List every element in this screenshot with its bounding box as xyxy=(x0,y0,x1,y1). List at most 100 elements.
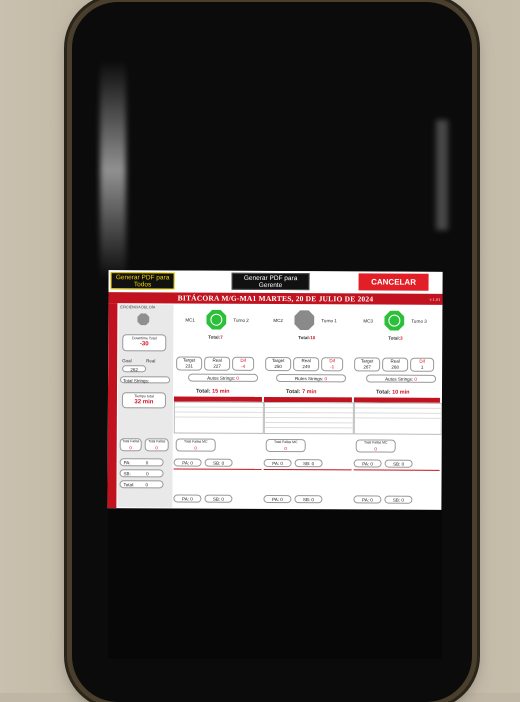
fallas2-value: 0 xyxy=(146,444,168,451)
downtime-value: -30 xyxy=(123,341,165,348)
shift-label-mc3: Turno 3 xyxy=(411,319,426,324)
fallas-value-mc3: 0 xyxy=(357,445,395,452)
pa-box-mc2: PA: 0 xyxy=(264,459,292,467)
bottom-sb-box: SB: 0 xyxy=(204,495,232,503)
bottom-sb-value: 0 xyxy=(221,497,224,502)
real-value-mc1: 227 xyxy=(205,364,229,370)
bottom-pa-value: 0 xyxy=(190,497,193,502)
sb-label-mc3: SB: xyxy=(393,462,400,467)
total-time-box: Tiempo total 32 min xyxy=(122,392,166,408)
fallas-box-2: Total Fallas 0 xyxy=(145,438,169,451)
sb-value: 0 xyxy=(146,471,149,476)
dif-box-mc3: Dif 1 xyxy=(410,358,434,372)
total-label: Total: xyxy=(123,482,134,487)
status-octagon-icon xyxy=(384,311,404,331)
sb-box-mc1: SB: 0 xyxy=(205,459,233,467)
pa-value-mc2: 0 xyxy=(280,461,283,466)
page-title-text: BITÁCORA M/G-MA1 MARTES, 20 DE JULIO DE … xyxy=(178,293,374,303)
pa-value: 0 xyxy=(146,460,149,465)
bottom-pa-value-3: 0 xyxy=(370,498,373,503)
target-value-mc3: 267 xyxy=(355,364,379,370)
fallas-box-mc3: Total Fallas MC 0 xyxy=(356,439,396,452)
strings-value-mc1: 0 xyxy=(236,376,239,381)
total-value-mc2: 10 xyxy=(310,335,315,340)
bottom-pa-label-2: PA: xyxy=(272,497,279,502)
pa-label-mc2: PA: xyxy=(272,461,279,466)
dif-box-mc2: Dif -1 xyxy=(321,357,343,371)
bottom-sb-value-3: 0 xyxy=(401,498,404,503)
version-label: v.1.01 xyxy=(429,294,440,305)
strings-value-mc3: 0 xyxy=(414,377,417,382)
sb-label: SB: xyxy=(124,471,131,476)
generate-pdf-all-button[interactable]: Generar PDF para Todos xyxy=(111,272,175,289)
total-label-mc1: Total:7 xyxy=(208,335,222,340)
dif-value-mc3: 1 xyxy=(411,365,433,371)
bottom-sb-box-3: SB: 0 xyxy=(384,496,412,504)
bottom-pa-box: PA: 0 xyxy=(173,494,201,502)
bottom-sb-label: SB: xyxy=(213,497,220,502)
time-total-mc3: Total: 10 min xyxy=(376,390,410,396)
machine-label-mc2: MC2 xyxy=(273,318,283,323)
screen-glare xyxy=(100,60,126,280)
total-box: Total: 0 xyxy=(119,480,163,488)
machine-label-mc1: MC1 xyxy=(185,318,195,323)
bottom-pa-box-3: PA: 0 xyxy=(353,495,381,503)
time-total-mc2: Total: 7 min xyxy=(286,389,316,395)
bottom-pa-label: PA: xyxy=(182,497,189,502)
total-value: 0 xyxy=(146,482,149,487)
strings-value-mc2: 0 xyxy=(325,376,328,381)
sb-label-mc2: SB: xyxy=(303,461,310,466)
time-total-mc1: Total: 15 min xyxy=(196,389,230,395)
dif-box-mc1: Dif -4 xyxy=(232,357,254,371)
bottom-pa-label-3: PA: xyxy=(362,497,369,502)
pa-value-mc3: 0 xyxy=(370,462,373,467)
cancel-button[interactable]: CANCELAR xyxy=(359,273,429,290)
total-strings-box: Total Strings: xyxy=(120,376,170,383)
bottom-pa-box-2: PA: 0 xyxy=(263,495,291,503)
divider xyxy=(174,468,262,469)
time-label: Total: xyxy=(376,390,391,396)
page-title: BITÁCORA M/G-MA1 MARTES, 20 DE JULIO DE … xyxy=(108,292,442,305)
downtime-box: Downtime Total -30 xyxy=(122,334,166,351)
fallas-value-mc2: 0 xyxy=(267,445,305,452)
total-label-text: Total: xyxy=(388,336,400,341)
status-octagon-icon xyxy=(294,310,314,330)
section-sidebar xyxy=(107,303,117,508)
strings-box-mc2: Rutes Strings: 0 xyxy=(276,374,346,382)
bottom-sb-label-2: SB: xyxy=(303,497,310,502)
sb-value-mc3: 0 xyxy=(402,462,405,467)
strings-label-mc3: Autos Strings: xyxy=(385,377,413,382)
table-row xyxy=(265,423,353,428)
sb-box-mc3: SB: 0 xyxy=(385,460,413,468)
sb-label-mc1: SB: xyxy=(213,461,220,466)
bottom-pa-value-2: 0 xyxy=(280,497,283,502)
sb-value-mc1: 0 xyxy=(222,461,225,466)
fallas-box-mc2: Total Fallas MC 0 xyxy=(266,439,306,452)
dif-value-mc2: -1 xyxy=(322,364,342,370)
total-time-value: 32 min xyxy=(123,399,165,406)
target-box-mc3: Target 267 xyxy=(354,357,380,371)
strings-label-mc1: Autos Strings: xyxy=(207,376,235,381)
real-value-mc2: 249 xyxy=(294,364,318,370)
fallas-box: Total Fallas 0 xyxy=(120,438,142,451)
strings-label-mc2: Rutes Strings: xyxy=(295,376,323,381)
dif-value-mc1: -4 xyxy=(233,364,253,370)
pa-label-mc1: PA: xyxy=(182,461,189,466)
sb-box: SB: 0 xyxy=(120,469,164,477)
time-value-mc1: 15 min xyxy=(212,389,229,395)
real-box-mc3: Real 268 xyxy=(382,358,408,372)
target-value-mc2: 250 xyxy=(266,364,290,370)
top-toolbar: Generar PDF para Todos Generar PDF para … xyxy=(109,270,443,294)
total-label-text: Total: xyxy=(208,335,220,340)
real-box-mc2: Real 249 xyxy=(293,357,319,371)
pa-box-mc3: PA: 0 xyxy=(354,459,382,467)
strings-box-mc1: Autos Strings: 0 xyxy=(188,374,258,382)
total-value-mc1: 7 xyxy=(220,335,223,340)
status-octagon-icon xyxy=(206,310,226,330)
events-table-mc2 xyxy=(264,402,354,434)
dark-screen-area xyxy=(108,509,442,659)
shift-label-mc2: Turno 1 xyxy=(321,318,336,323)
events-table-mc3 xyxy=(354,402,442,434)
generate-pdf-manager-button[interactable]: Generar PDF para Gerente xyxy=(232,273,310,290)
goal-value: 262 xyxy=(122,365,146,372)
